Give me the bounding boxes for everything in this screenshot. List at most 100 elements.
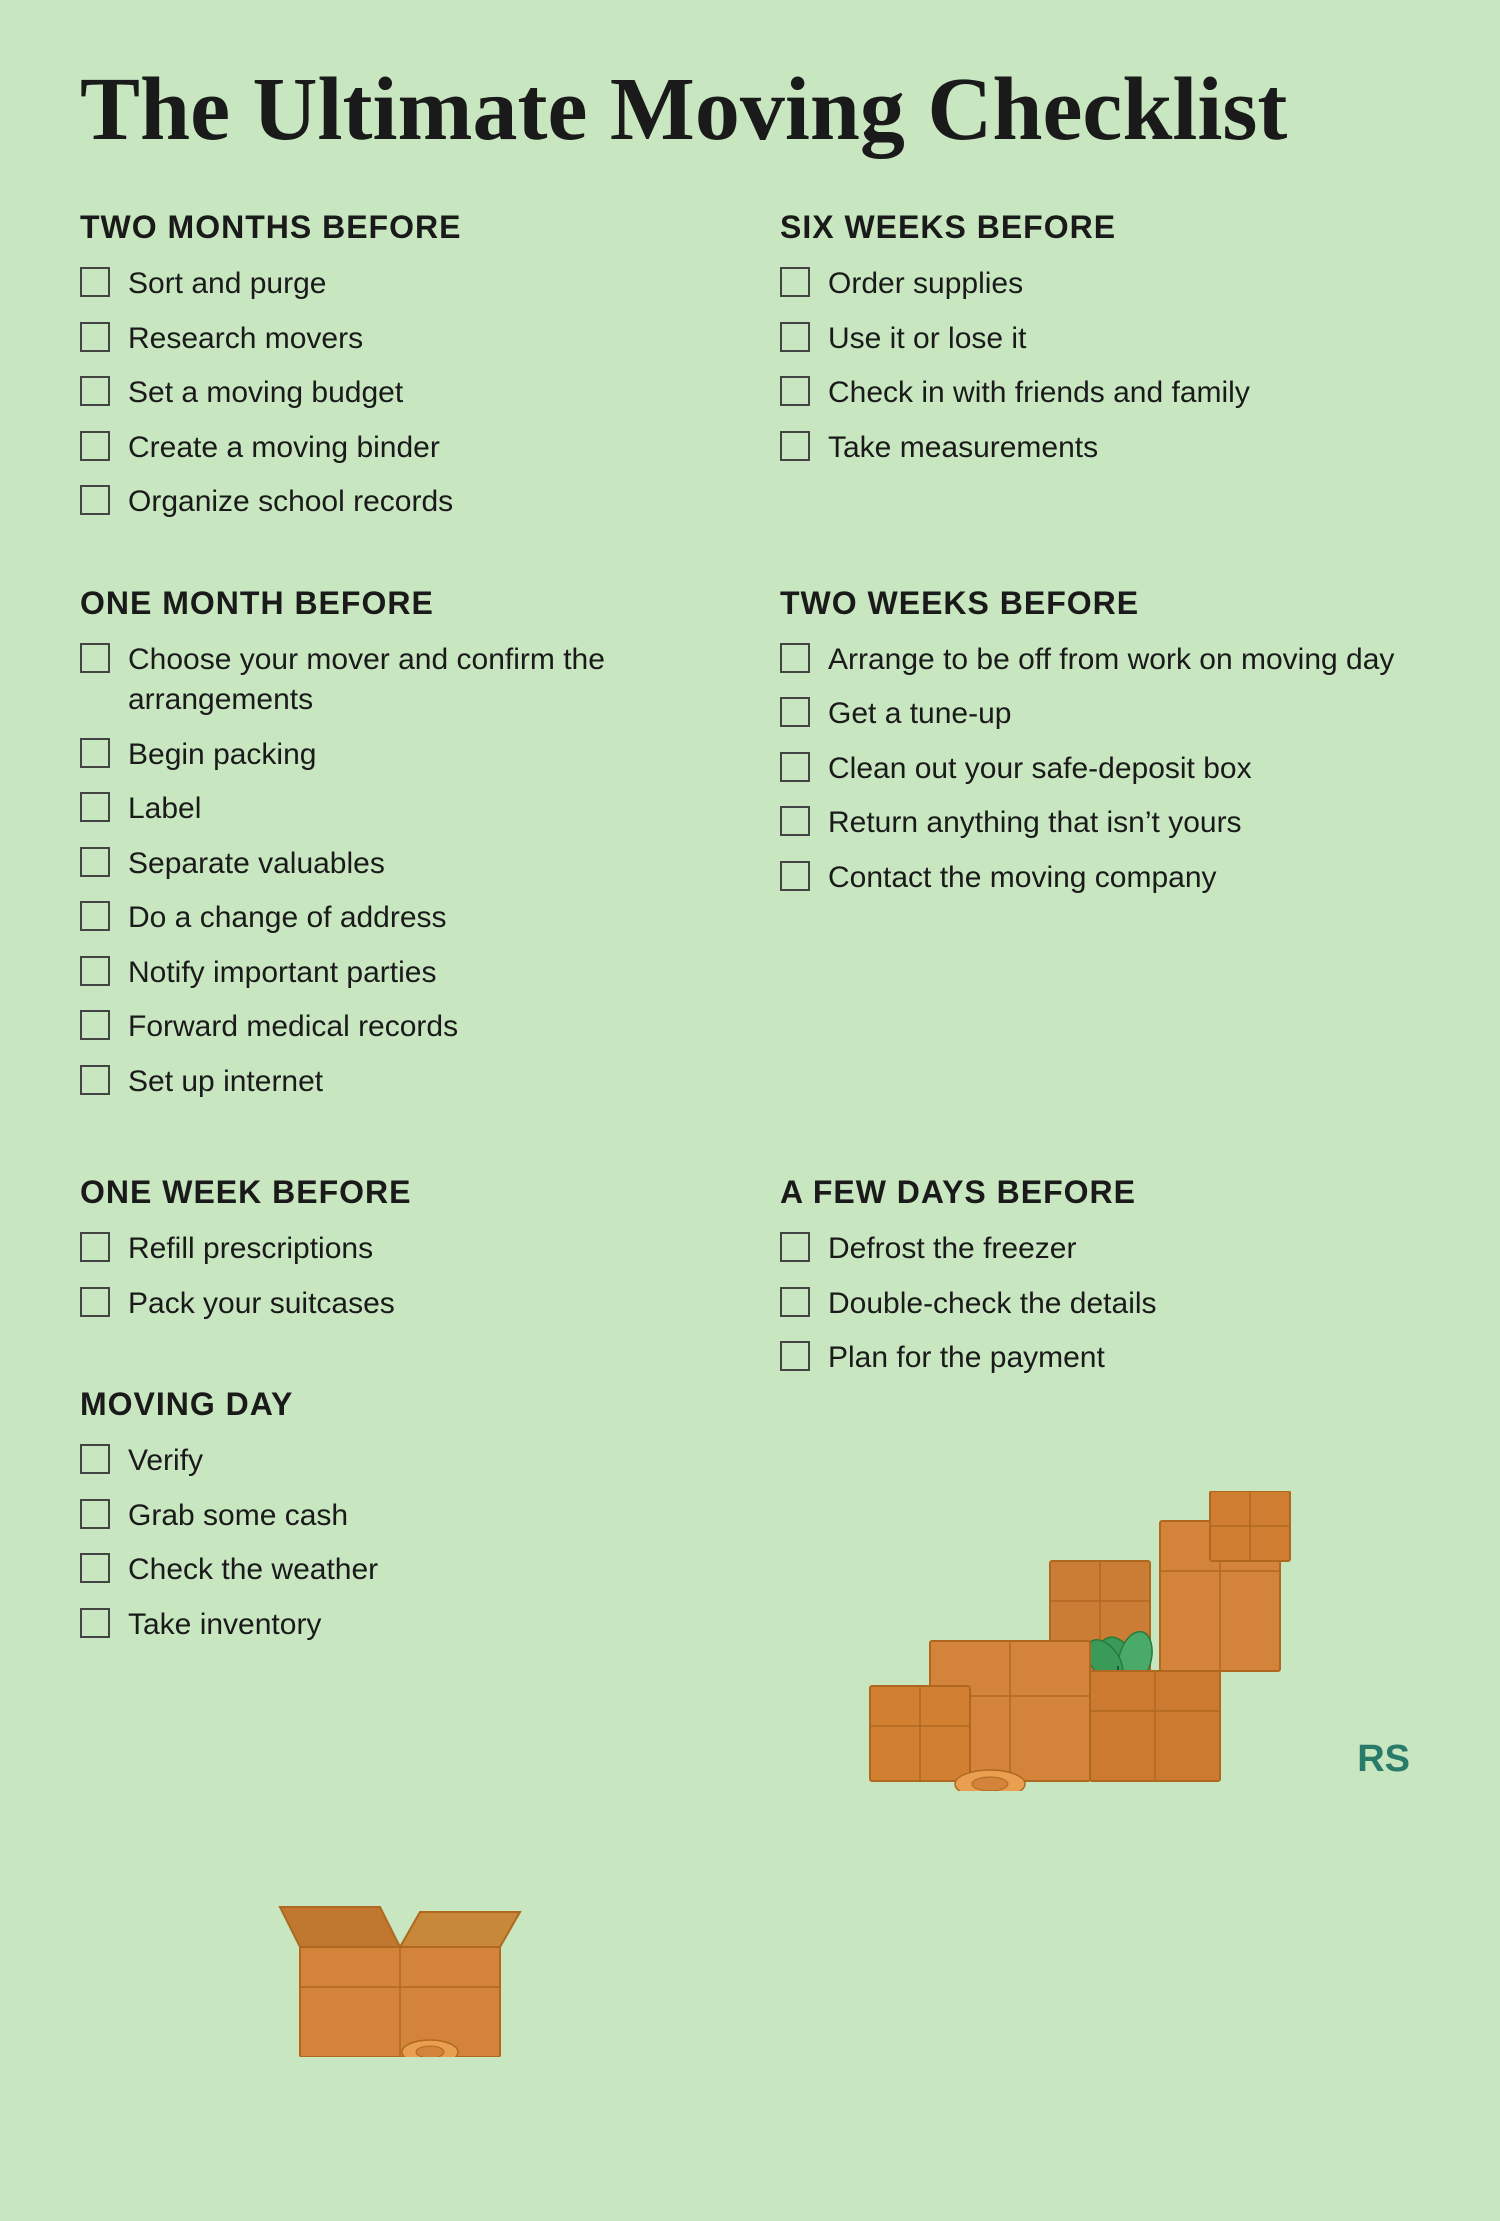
section-title-two-weeks: TWO WEEKS BEFORE [780, 585, 1420, 622]
checkbox[interactable] [80, 1065, 110, 1095]
checkbox[interactable] [780, 643, 810, 673]
section-six-weeks: SIX WEEKS BEFORE Order supplies Use it o… [780, 209, 1420, 537]
checkbox[interactable] [80, 1608, 110, 1638]
list-item[interactable]: Clean out your safe-deposit box [780, 749, 1420, 790]
list-item[interactable]: Arrange to be off from work on moving da… [780, 640, 1420, 681]
list-item[interactable]: Set a moving budget [80, 373, 720, 414]
item-text: Clean out your safe-deposit box [828, 749, 1420, 790]
list-item[interactable]: Sort and purge [80, 264, 720, 305]
checkbox[interactable] [80, 847, 110, 877]
checkbox[interactable] [780, 376, 810, 406]
open-box-illustration [80, 1737, 720, 2057]
list-item[interactable]: Take measurements [780, 428, 1420, 469]
item-text: Organize school records [128, 482, 720, 523]
section-few-days: A FEW DAYS BEFORE Defrost the freezer Do… [780, 1174, 1420, 1393]
list-item[interactable]: Take inventory [80, 1605, 720, 1646]
list-item[interactable]: Grab some cash [80, 1496, 720, 1537]
checkbox[interactable] [80, 1499, 110, 1529]
list-item[interactable]: Return anything that isn’t yours [780, 803, 1420, 844]
checkbox[interactable] [780, 697, 810, 727]
list-item[interactable]: Double-check the details [780, 1284, 1420, 1325]
list-item[interactable]: Use it or lose it [780, 319, 1420, 360]
item-text: Create a moving binder [128, 428, 720, 469]
checkbox[interactable] [80, 901, 110, 931]
item-text: Do a change of address [128, 898, 720, 939]
list-item[interactable]: Get a tune-up [780, 694, 1420, 735]
checkbox[interactable] [780, 752, 810, 782]
list-item[interactable]: Create a moving binder [80, 428, 720, 469]
checklist-two-months: Sort and purge Research movers Set a mov… [80, 264, 720, 523]
checklist-one-week: Refill prescriptions Pack your suitcases [80, 1229, 720, 1324]
list-item[interactable]: Verify [80, 1441, 720, 1482]
checkbox[interactable] [780, 431, 810, 461]
left-col-bottom: ONE WEEK BEFORE Refill prescriptions Pac… [80, 1174, 720, 2057]
item-text: Set a moving budget [128, 373, 720, 414]
list-item[interactable]: Label [80, 789, 720, 830]
list-item[interactable]: Notify important parties [80, 953, 720, 994]
item-text: Get a tune-up [828, 694, 1420, 735]
section-one-week: ONE WEEK BEFORE Refill prescriptions Pac… [80, 1174, 720, 1338]
checkbox[interactable] [80, 485, 110, 515]
checkbox[interactable] [780, 806, 810, 836]
item-text: Defrost the freezer [828, 1229, 1420, 1270]
item-text: Check in with friends and family [828, 373, 1420, 414]
checkbox[interactable] [80, 738, 110, 768]
checkbox[interactable] [80, 1444, 110, 1474]
section-title-moving-day: MOVING DAY [80, 1386, 720, 1423]
list-item[interactable]: Contact the moving company [780, 858, 1420, 899]
checkbox[interactable] [780, 1232, 810, 1262]
item-text: Double-check the details [828, 1284, 1420, 1325]
checkbox[interactable] [80, 1287, 110, 1317]
checklist-two-weeks: Arrange to be off from work on moving da… [780, 640, 1420, 899]
item-text: Sort and purge [128, 264, 720, 305]
checkbox[interactable] [780, 1287, 810, 1317]
checkbox[interactable] [80, 1232, 110, 1262]
list-item[interactable]: Order supplies [780, 264, 1420, 305]
checkbox[interactable] [80, 1553, 110, 1583]
item-text: Take inventory [128, 1605, 720, 1646]
list-item[interactable]: Check in with friends and family [780, 373, 1420, 414]
list-item[interactable]: Choose your mover and confirm the arrang… [80, 640, 720, 721]
checklist-six-weeks: Order supplies Use it or lose it Check i… [780, 264, 1420, 468]
item-text: Take measurements [828, 428, 1420, 469]
item-text: Label [128, 789, 720, 830]
list-item[interactable]: Plan for the payment [780, 1338, 1420, 1379]
item-text: Verify [128, 1441, 720, 1482]
item-text: Begin packing [128, 735, 720, 776]
list-item[interactable]: Separate valuables [80, 844, 720, 885]
section-title-two-months: TWO MONTHS BEFORE [80, 209, 720, 246]
item-text: Return anything that isn’t yours [828, 803, 1420, 844]
list-item[interactable]: Do a change of address [80, 898, 720, 939]
item-text: Pack your suitcases [128, 1284, 720, 1325]
list-item[interactable]: Check the weather [80, 1550, 720, 1591]
list-item[interactable]: Research movers [80, 319, 720, 360]
list-item[interactable]: Refill prescriptions [80, 1229, 720, 1270]
checkbox[interactable] [80, 643, 110, 673]
list-item[interactable]: Defrost the freezer [780, 1229, 1420, 1270]
checkbox[interactable] [80, 322, 110, 352]
top-two-col: TWO MONTHS BEFORE Sort and purge Researc… [80, 209, 1420, 1164]
checkbox[interactable] [780, 267, 810, 297]
item-text: Use it or lose it [828, 319, 1420, 360]
list-item[interactable]: Set up internet [80, 1062, 720, 1103]
checkbox[interactable] [80, 956, 110, 986]
checkbox[interactable] [780, 861, 810, 891]
checkbox[interactable] [80, 431, 110, 461]
checkbox[interactable] [780, 322, 810, 352]
item-text: Grab some cash [128, 1496, 720, 1537]
checkbox[interactable] [80, 376, 110, 406]
checkbox[interactable] [80, 1010, 110, 1040]
page-title: The Ultimate Moving Checklist [80, 60, 1420, 159]
list-item[interactable]: Organize school records [80, 482, 720, 523]
open-box-svg [260, 1857, 540, 2057]
checkbox[interactable] [80, 792, 110, 822]
list-item[interactable]: Begin packing [80, 735, 720, 776]
checkbox[interactable] [80, 267, 110, 297]
list-item[interactable]: Forward medical records [80, 1007, 720, 1048]
item-text: Plan for the payment [828, 1338, 1420, 1379]
list-item[interactable]: Pack your suitcases [80, 1284, 720, 1325]
boxes-plant-illustration: RS [780, 1471, 1420, 1791]
rs-badge: RS [1357, 1738, 1410, 1781]
item-text: Choose your mover and confirm the arrang… [128, 640, 720, 721]
checkbox[interactable] [780, 1341, 810, 1371]
